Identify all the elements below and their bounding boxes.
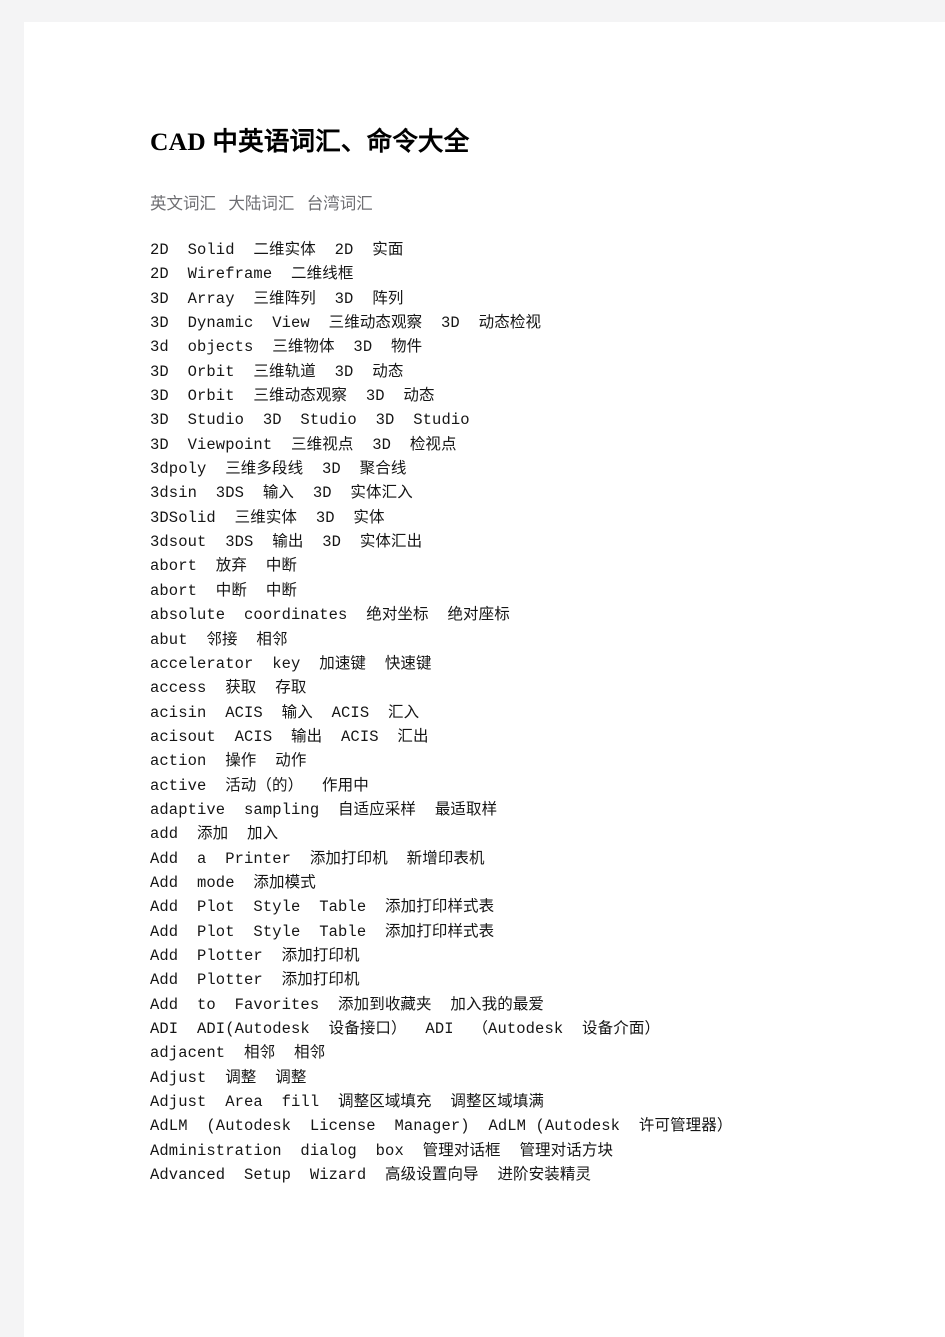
glossary-entry: 3D Orbit 三维轨道 3D 动态: [150, 362, 404, 381]
document-page: CAD 中英语词汇、命令大全 英文词汇 大陆词汇 台湾词汇 2D Solid 二…: [24, 22, 945, 1337]
glossary-entry: accelerator key 加速键 快速键: [150, 654, 432, 673]
glossary-entry: 3D Viewpoint 三维视点 3D 检视点: [150, 435, 457, 454]
glossary-entry: acisin ACIS 输入 ACIS 汇入: [150, 703, 420, 722]
glossary-entry: Adjust Area fill 调整区域填充 调整区域填满: [150, 1093, 545, 1112]
glossary-entry: add 添加 加入: [150, 825, 279, 844]
glossary-entry: Add to Favorites 添加到收藏夹 加入我的最爱: [150, 995, 545, 1014]
glossary-entry: 3D Dynamic View 三维动态观察 3D 动态检视: [150, 314, 542, 333]
glossary-entry: abut 邻接 相邻: [150, 630, 288, 649]
glossary-entry: Add Plot Style Table 添加打印样式表: [150, 922, 495, 941]
glossary-entry: absolute coordinates 绝对坐标 绝对座标: [150, 606, 510, 625]
glossary-entry: Advanced Setup Wizard 高级设置向导 进阶安装精灵: [150, 1166, 592, 1185]
glossary-entry: 3D Orbit 三维动态观察 3D 动态: [150, 387, 435, 406]
glossary-entry: 2D Wireframe 二维线框: [150, 265, 354, 284]
glossary-entry: 3dsout 3DS 输出 3D 实体汇出: [150, 533, 423, 552]
glossary-entry: Add Plot Style Table 添加打印样式表: [150, 898, 495, 917]
glossary-entry: Add a Printer 添加打印机 新增印表机: [150, 849, 485, 868]
glossary-entry: 3dsin 3DS 输入 3D 实体汇入: [150, 484, 413, 503]
glossary-entry: Add Plotter 添加打印机: [150, 971, 360, 990]
glossary-entry: Administration dialog box 管理对话框 管理对话方块: [150, 1141, 614, 1160]
glossary-entry: Add Plotter 添加打印机: [150, 946, 360, 965]
document-content: CAD 中英语词汇、命令大全 英文词汇 大陆词汇 台湾词汇 2D Solid 二…: [150, 125, 910, 1187]
glossary-entry: 2D Solid 二维实体 2D 实面: [150, 241, 404, 259]
glossary-entry: adjacent 相邻 相邻: [150, 1044, 326, 1063]
page-title: CAD 中英语词汇、命令大全: [150, 127, 470, 156]
glossary-entry: 3DSolid 三维实体 3D 实体: [150, 508, 385, 527]
glossary-entry: adaptive sampling 自适应采样 最适取样: [150, 800, 498, 819]
glossary-entry: 3D Studio 3D Studio 3D Studio: [150, 411, 470, 430]
glossary-entry: ADI ADI(Autodesk 设备接口） ADI （Autodesk 设备介…: [150, 1020, 661, 1038]
glossary-entry: 3dpoly 三维多段线 3D 聚合线: [150, 460, 407, 479]
glossary-entry: abort 放弃 中断: [150, 557, 298, 576]
glossary-entry: access 获取 存取: [150, 679, 307, 698]
glossary-entry: AdLM (Autodesk License Manager) AdLM (Au…: [150, 1117, 733, 1136]
glossary-entry: 3D Array 三维阵列 3D 阵列: [150, 289, 404, 308]
column-header-row: 英文词汇 大陆词汇 台湾词汇: [150, 194, 373, 213]
glossary-list: 2D Solid 二维实体 2D 实面 2D Wireframe 二维线框 3D A…: [150, 238, 910, 1187]
glossary-entry: Add mode 添加模式: [150, 873, 316, 892]
glossary-entry: action 操作 动作: [150, 752, 307, 771]
glossary-entry: abort 中断 中断: [150, 581, 298, 600]
glossary-entry: active 活动（的） 作用中: [150, 776, 369, 795]
glossary-entry: 3d objects 三维物体 3D 物件: [150, 338, 423, 357]
glossary-entry: acisout ACIS 输出 ACIS 汇出: [150, 727, 429, 746]
glossary-entry: Adjust 调整 调整: [150, 1068, 307, 1087]
